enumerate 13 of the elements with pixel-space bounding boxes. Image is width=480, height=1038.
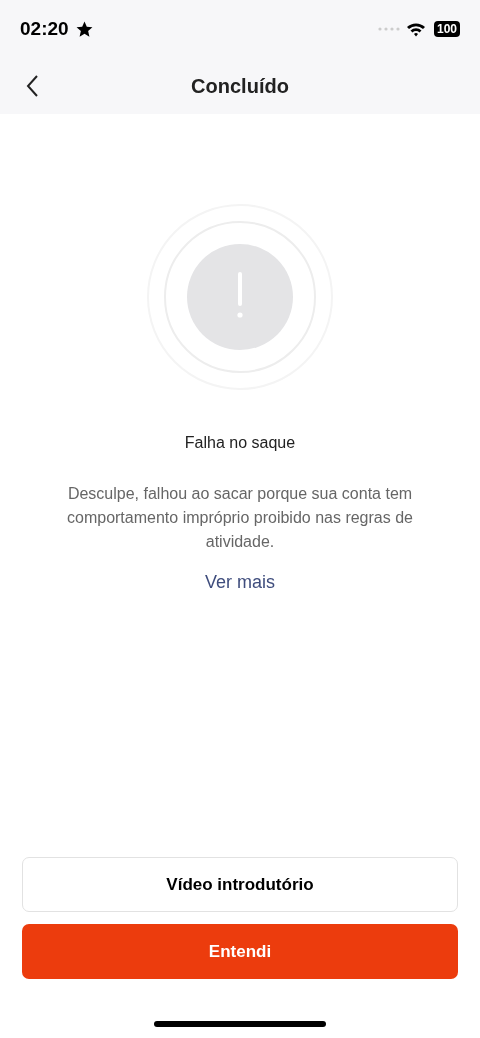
back-icon[interactable] (25, 74, 39, 98)
video-button[interactable]: Vídeo introdutório (22, 857, 458, 912)
signal-icon (377, 27, 400, 31)
see-more-link[interactable]: Ver mais (205, 572, 275, 593)
page-title: Concluído (191, 74, 289, 98)
star-icon (74, 19, 94, 39)
result-message: Desculpe, falhou ao sacar porque sua conta tem comportamento impróprio proibido nas regras de atividade. (66, 484, 414, 552)
battery-indicator: 100 (433, 21, 460, 37)
result-title: Falha no saque (184, 434, 296, 452)
wifi-icon (405, 21, 426, 37)
status-time: 02:20 (20, 18, 69, 40)
confirm-button[interactable]: Entendi (22, 924, 458, 979)
alert-icon (145, 202, 335, 392)
